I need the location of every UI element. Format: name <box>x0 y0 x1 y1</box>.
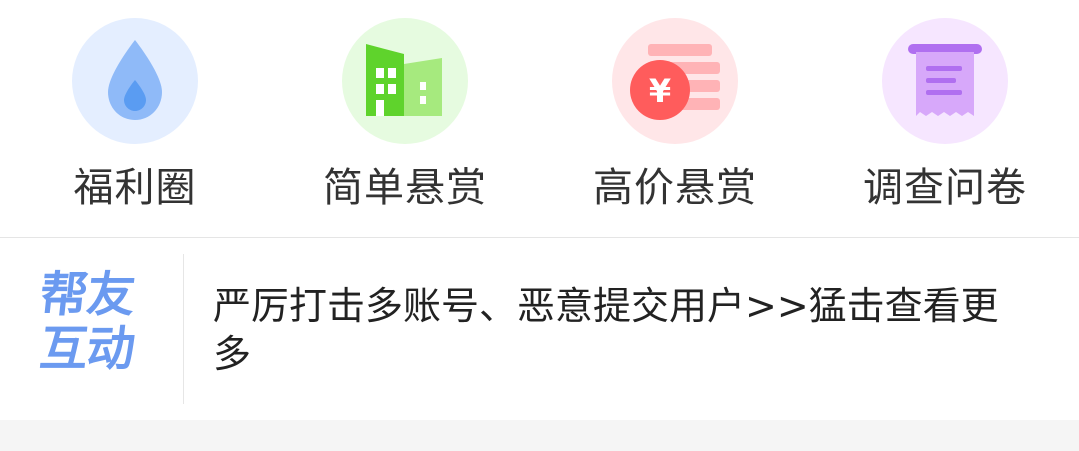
feature-menu: 福利圈 简单悬赏 ¥ 高价悬赏 调查问卷 <box>0 0 1079 237</box>
menu-item-label: 简单悬赏 <box>323 165 487 211</box>
bangyou-logo: 帮友 互动 <box>37 267 160 388</box>
notice-text-link[interactable]: 严厉打击多账号、恶意提交用户>>猛击查看更多 <box>213 282 1003 378</box>
yuan-coin-icon: ¥ <box>612 18 738 144</box>
receipt-icon <box>882 18 1008 144</box>
menu-item-survey[interactable]: 调查问卷 <box>810 0 1079 237</box>
footer-gap <box>0 420 1079 451</box>
menu-item-simple-reward[interactable]: 简单悬赏 <box>270 0 540 237</box>
logo-line-1: 帮友 <box>37 267 137 323</box>
menu-item-label: 福利圈 <box>73 165 197 211</box>
menu-item-welfare-circle[interactable]: 福利圈 <box>0 0 270 237</box>
water-drop-icon <box>72 18 198 144</box>
menu-item-label: 高价悬赏 <box>593 165 757 211</box>
notice-separator <box>183 254 184 404</box>
notice-bar[interactable]: 帮友 互动 严厉打击多账号、恶意提交用户>>猛击查看更多 <box>0 238 1079 420</box>
logo-line-2: 互动 <box>37 321 137 377</box>
buildings-icon <box>342 18 468 144</box>
menu-item-high-reward[interactable]: ¥ 高价悬赏 <box>540 0 810 237</box>
menu-item-label: 调查问卷 <box>863 165 1027 211</box>
svg-text:¥: ¥ <box>649 72 671 110</box>
